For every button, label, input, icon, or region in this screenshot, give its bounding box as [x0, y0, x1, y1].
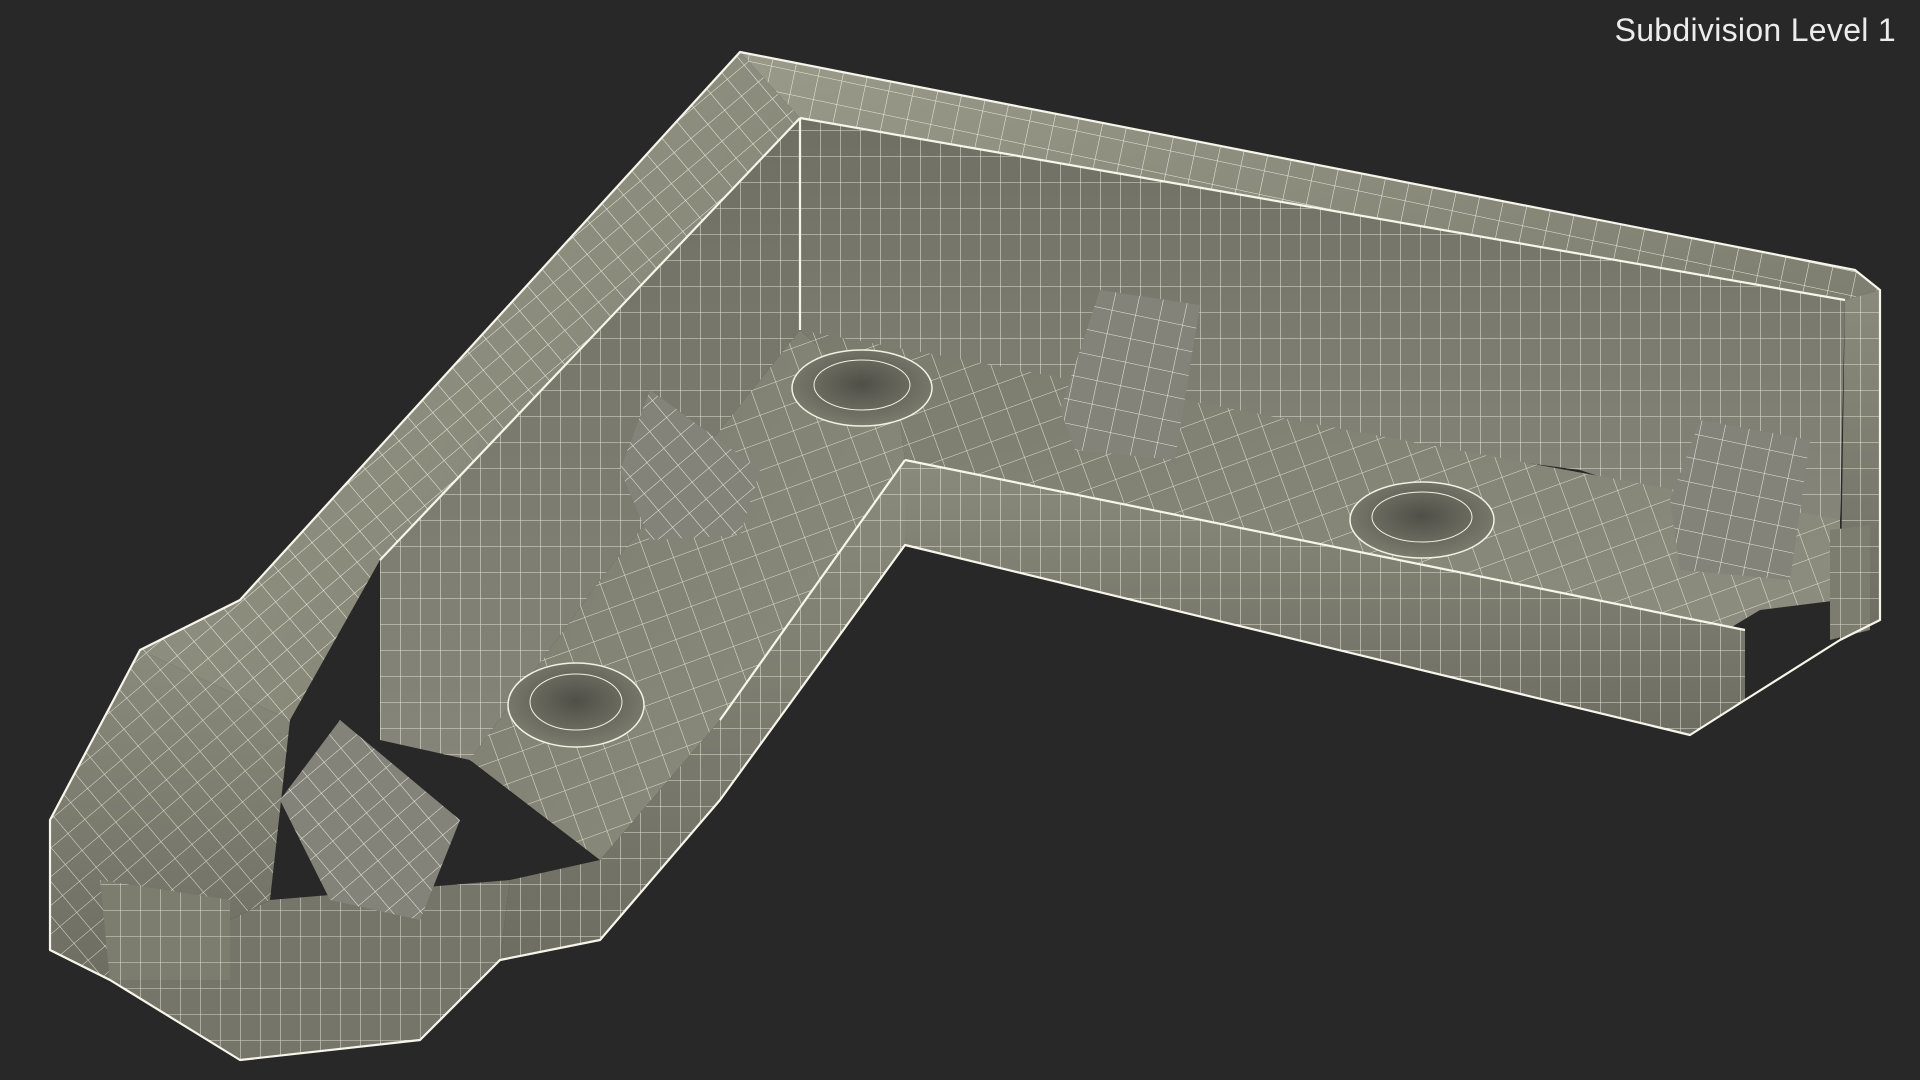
3d-viewport[interactable]: Subdivision Level 1	[0, 0, 1920, 1080]
mounting-hole	[1349, 481, 1495, 559]
mounting-hole	[791, 349, 933, 427]
subdivision-level-label: Subdivision Level 1	[1614, 12, 1896, 48]
mounting-hole	[507, 662, 645, 748]
wireframe-model	[48, 50, 1882, 1062]
left-arm	[50, 52, 905, 1060]
